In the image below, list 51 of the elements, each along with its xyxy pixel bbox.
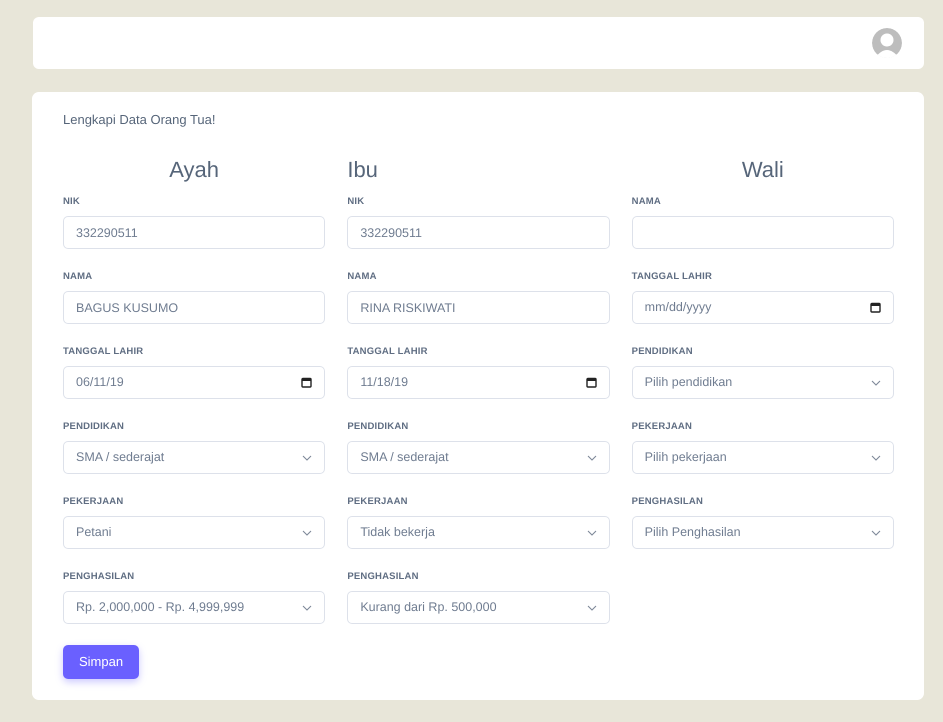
chevron-down-icon [302,604,312,611]
save-button[interactable]: Simpan [63,645,140,679]
chevron-down-icon [586,530,597,536]
select-dropdown[interactable]: Pilih pekerjaan [632,441,894,474]
chevron-down-icon [302,530,312,536]
calendar-icon[interactable] [586,377,597,388]
select-dropdown[interactable]: Pilih pendidikan [632,366,894,400]
column-heading: Ayah [168,156,220,184]
field-label: PENGHASILAN [347,571,420,584]
field-label: PENDIDIKAN [347,421,410,434]
select-dropdown[interactable]: Rp. 2,000,000 - Rp. 4,999,999 [63,591,326,624]
select-dropdown[interactable]: SMA / sederajat [63,441,326,474]
text-field[interactable] [632,216,894,250]
chevron-down-icon [871,380,881,386]
field-label: PENDIDIKAN [63,421,126,434]
chevron-down-icon [871,454,881,461]
text-field[interactable]: 332290511 [63,216,326,250]
date-field[interactable]: 06/11/19 [63,366,326,400]
calendar-icon[interactable] [870,302,881,314]
field-label: NAMA [347,271,378,284]
select-dropdown[interactable]: Pilih Penghasilan [632,516,894,550]
text-field[interactable]: RINA RISKIWATI [347,291,610,324]
calendar-icon[interactable] [301,377,312,388]
select-dropdown[interactable]: SMA / sederajat [347,441,610,474]
form-title: Lengkapi Data Orang Tua! [63,111,216,129]
field-label: PENGHASILAN [632,496,704,508]
field-label: NAMA [632,196,662,208]
chevron-down-icon [871,530,881,536]
field-label: PENDIDIKAN [632,346,694,358]
select-dropdown[interactable]: Kurang dari Rp. 500,000 [347,591,610,624]
text-field[interactable]: 332290511 [347,216,610,250]
text-field[interactable]: BAGUS KUSUMO [63,291,326,324]
date-field[interactable]: 11/18/19 [347,366,610,400]
select-dropdown[interactable]: Petani [63,516,326,550]
field-label: TANGGAL LAHIR [63,346,144,358]
chevron-down-icon [586,454,597,461]
select-dropdown[interactable]: Tidak bekerja [347,516,610,550]
field-label: PEKERJAAN [347,496,409,508]
field-label: PEKERJAAN [63,496,124,508]
column-heading: Wali [740,156,785,184]
chevron-down-icon [586,604,597,611]
field-label: NIK [63,196,81,208]
field-label: NAMA [63,271,94,284]
date-field[interactable]: mm/dd/yyyy [632,291,894,324]
field-label: TANGGAL LAHIR [632,271,714,284]
column-heading: Ibu [347,156,379,184]
field-label: PEKERJAAN [632,421,694,434]
chevron-down-icon [302,454,312,461]
field-label: NIK [347,196,366,208]
field-label: PENGHASILAN [63,571,136,584]
field-label: TANGGAL LAHIR [347,346,429,358]
